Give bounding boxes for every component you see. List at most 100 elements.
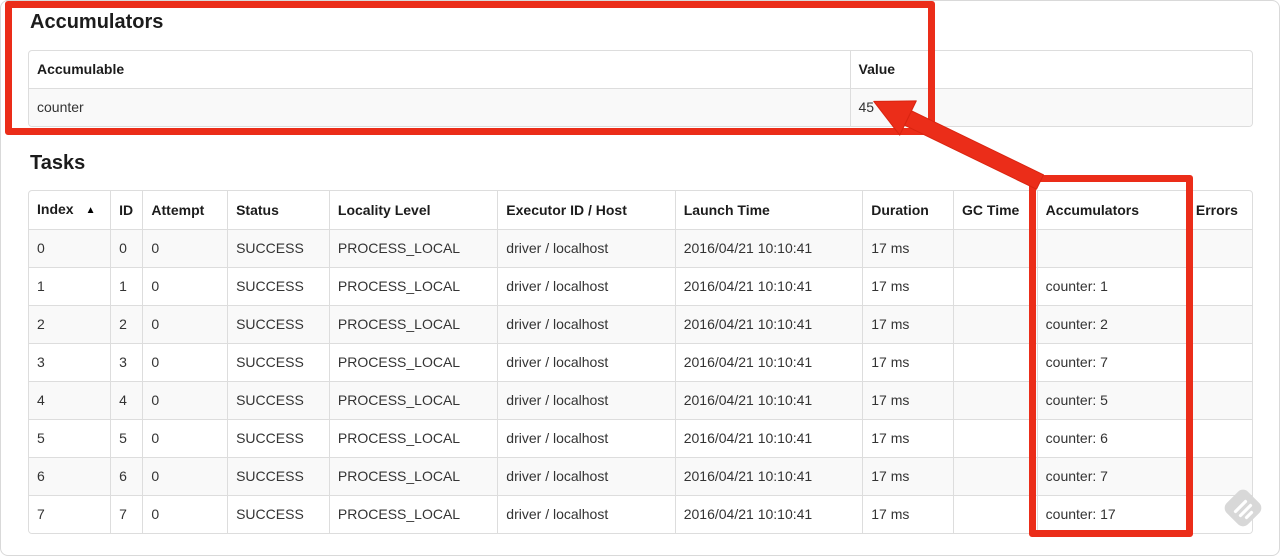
table-cell: 3 — [110, 343, 143, 382]
col-header-value: Value — [849, 51, 1252, 89]
table-cell: 2016/04/21 10:10:41 — [674, 495, 863, 533]
accumulators-section-title: Accumulators — [30, 11, 164, 33]
table-row: 0 0 0 SUCCESS PROCESS_LOCAL driver / localhos… — [29, 229, 1252, 268]
table-cell: counter: 2 — [1036, 305, 1188, 344]
table-cell: driver / localhost — [497, 229, 676, 268]
col-header-launch-time[interactable]: Launch Time — [674, 191, 863, 230]
col-header-index[interactable]: Index ▲ — [29, 191, 111, 230]
table-cell: driver / localhost — [497, 343, 676, 382]
table-cell: 17 ms — [862, 419, 954, 458]
table-cell: 0 — [142, 419, 228, 458]
table-cell: 5 — [29, 419, 111, 458]
table-cell: PROCESS_LOCAL — [328, 419, 498, 458]
table-row: 4 4 0 SUCCESS PROCESS_LOCAL driver / localhos… — [29, 381, 1252, 420]
table-cell: 4 — [29, 381, 111, 420]
table-cell: 17 ms — [862, 267, 954, 306]
table-cell — [1186, 457, 1252, 496]
table-cell — [953, 419, 1038, 458]
table-cell: 17 ms — [862, 305, 954, 344]
table-cell: PROCESS_LOCAL — [328, 457, 498, 496]
table-cell: driver / localhost — [497, 381, 676, 420]
col-header-errors[interactable]: Errors — [1186, 191, 1252, 230]
accumulators-table: Accumulable Value counter 45 — [28, 50, 1253, 127]
table-cell: 17 ms — [862, 381, 954, 420]
col-header-duration[interactable]: Duration — [862, 191, 954, 230]
table-cell: 0 — [29, 229, 111, 268]
table-cell: 6 — [110, 457, 143, 496]
table-cell: 1 — [110, 267, 143, 306]
table-cell: driver / localhost — [497, 457, 676, 496]
table-cell: counter: 6 — [1036, 419, 1188, 458]
table-cell: counter: 7 — [1036, 343, 1188, 382]
table-cell — [1186, 381, 1252, 420]
table-cell — [1186, 305, 1252, 344]
table-cell: PROCESS_LOCAL — [328, 343, 498, 382]
table-cell: 1 — [29, 267, 111, 306]
table-cell: SUCCESS — [227, 305, 330, 344]
table-cell: 17 ms — [862, 457, 954, 496]
table-cell — [1186, 495, 1252, 533]
table-cell: counter: 1 — [1036, 267, 1188, 306]
col-header-attempt[interactable]: Attempt — [142, 191, 228, 230]
table-cell: 4 — [110, 381, 143, 420]
table-cell: SUCCESS — [227, 267, 330, 306]
table-cell: 5 — [110, 419, 143, 458]
table-cell: 0 — [142, 267, 228, 306]
table-cell: 17 ms — [862, 343, 954, 382]
table-cell: driver / localhost — [497, 495, 676, 533]
col-header-accumulable: Accumulable — [37, 61, 125, 77]
table-cell: 0 — [142, 381, 228, 420]
table-cell — [953, 343, 1038, 382]
table-cell — [1186, 343, 1252, 382]
col-header-gc-time[interactable]: GC Time — [953, 191, 1038, 230]
table-cell — [1186, 267, 1252, 306]
table-cell: counter: 17 — [1036, 495, 1188, 533]
table-cell: 0 — [110, 229, 143, 268]
table-cell: SUCCESS — [227, 495, 330, 533]
table-row: 3 3 0 SUCCESS PROCESS_LOCAL driver / localhos… — [29, 343, 1252, 382]
table-cell: 2016/04/21 10:10:41 — [674, 343, 863, 382]
table-row: 6 6 0 SUCCESS PROCESS_LOCAL driver / localhos… — [29, 457, 1252, 496]
table-cell: driver / localhost — [497, 419, 676, 458]
table-cell: 2016/04/21 10:10:41 — [674, 419, 863, 458]
table-cell — [1036, 229, 1188, 268]
table-cell — [1186, 419, 1252, 458]
table-cell: 2016/04/21 10:10:41 — [674, 457, 863, 496]
table-header-row: Accumulable Value — [29, 51, 1252, 89]
table-cell — [1186, 229, 1252, 268]
table-cell: driver / localhost — [497, 305, 676, 344]
table-cell — [953, 457, 1038, 496]
table-cell: 2016/04/21 10:10:41 — [674, 267, 863, 306]
table-cell — [953, 267, 1038, 306]
col-header-id[interactable]: ID — [110, 191, 143, 230]
table-cell: 0 — [142, 305, 228, 344]
table-cell — [953, 305, 1038, 344]
table-cell: SUCCESS — [227, 457, 330, 496]
table-cell: SUCCESS — [227, 381, 330, 420]
table-cell: counter: 7 — [1036, 457, 1188, 496]
table-cell: counter: 5 — [1036, 381, 1188, 420]
table-cell: 2 — [29, 305, 111, 344]
table-cell: driver / localhost — [497, 267, 676, 306]
table-cell: 7 — [110, 495, 143, 533]
table-cell: 2016/04/21 10:10:41 — [674, 381, 863, 420]
table-cell: 17 ms — [862, 229, 954, 268]
table-row: 1 1 0 SUCCESS PROCESS_LOCAL driver / localhos… — [29, 267, 1252, 306]
col-header-executor-id-host[interactable]: Executor ID / Host — [497, 191, 676, 230]
table-cell: PROCESS_LOCAL — [328, 495, 498, 533]
col-header-status[interactable]: Status — [227, 191, 330, 230]
table-cell: 7 — [29, 495, 111, 533]
tasks-section-title: Tasks — [30, 152, 86, 174]
table-cell — [953, 381, 1038, 420]
col-header-locality-level[interactable]: Locality Level — [328, 191, 498, 230]
table-cell: SUCCESS — [227, 229, 330, 268]
table-row: 2 2 0 SUCCESS PROCESS_LOCAL driver / localhos… — [29, 305, 1252, 344]
col-header-accumulators[interactable]: Accumulators — [1036, 191, 1188, 230]
table-cell: 0 — [142, 343, 228, 382]
table-cell: 17 ms — [862, 495, 954, 533]
table-cell: 3 — [29, 343, 111, 382]
table-cell: 0 — [142, 229, 228, 268]
table-row: counter 45 — [29, 88, 1252, 126]
table-cell: PROCESS_LOCAL — [328, 305, 498, 344]
table-cell: 2016/04/21 10:10:41 — [674, 305, 863, 344]
